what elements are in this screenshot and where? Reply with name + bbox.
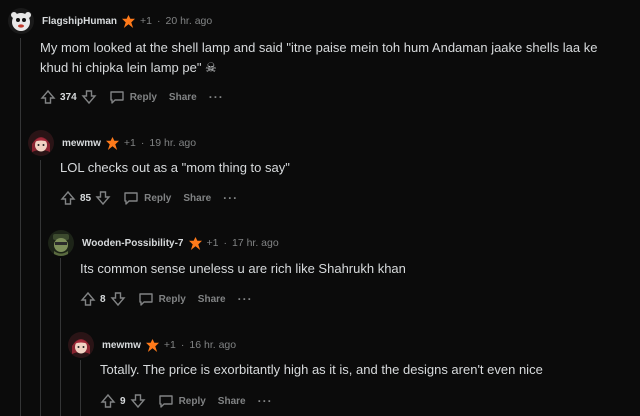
comment-body: Its common sense uneless u are rich like… — [80, 259, 406, 279]
upvote-icon[interactable] — [100, 393, 116, 409]
comment-actions: 374 Reply Share ··· — [40, 87, 224, 107]
vote-group: 374 — [40, 89, 97, 105]
karma-indicator: +1 — [123, 137, 136, 149]
comment-body: Totally. The price is exorbitantly high … — [100, 360, 543, 380]
reply-button[interactable]: Reply — [158, 393, 206, 409]
flair-badge-icon — [122, 14, 136, 28]
upvote-icon[interactable] — [60, 190, 76, 206]
thread-line — [40, 160, 41, 416]
upvote-icon[interactable] — [40, 89, 56, 105]
downvote-icon[interactable] — [95, 190, 111, 206]
comment-bubble-icon — [158, 395, 173, 408]
karma-indicator: +1 — [140, 15, 152, 27]
reply-label: Reply — [158, 293, 186, 305]
more-options-button[interactable]: ··· — [209, 90, 224, 104]
comment-actions: 9 Reply Share ··· — [100, 391, 273, 411]
share-button[interactable]: Share — [218, 396, 246, 407]
reply-label: Reply — [144, 192, 172, 204]
upvote-icon[interactable] — [80, 291, 96, 307]
timestamp[interactable]: 16 hr. ago — [189, 339, 236, 351]
more-options-button[interactable]: ··· — [258, 394, 273, 408]
vote-count: 9 — [120, 395, 126, 407]
avatar[interactable] — [8, 8, 34, 34]
reply-button[interactable]: Reply — [123, 190, 171, 206]
share-button[interactable]: Share — [183, 193, 211, 204]
avatar[interactable] — [68, 332, 94, 358]
username[interactable]: FlagshipHuman — [42, 16, 117, 27]
flair-badge-icon — [188, 236, 202, 250]
reply-button[interactable]: Reply — [138, 291, 186, 307]
timestamp[interactable]: 17 hr. ago — [232, 237, 279, 249]
username[interactable]: Wooden-Possibility-7 — [82, 238, 184, 249]
karma-indicator: +1 — [206, 237, 219, 249]
vote-group: 9 — [100, 393, 146, 409]
username[interactable]: mewmw — [62, 138, 101, 149]
karma-indicator: +1 — [163, 339, 176, 351]
comment-body-line: My mom looked at the shell lamp and said… — [40, 40, 598, 55]
thread-line — [60, 258, 61, 416]
comment-header: Wooden-Possibility-7 +1 · 17 hr. ago — [48, 230, 279, 256]
downvote-icon[interactable] — [81, 89, 97, 105]
separator-dot: · — [140, 137, 145, 149]
comment-body: My mom looked at the shell lamp and said… — [40, 38, 597, 78]
comment-body: LOL checks out as a "mom thing to say" — [60, 158, 290, 178]
reply-button[interactable]: Reply — [109, 89, 157, 105]
comment-header: mewmw +1 · 19 hr. ago — [28, 130, 196, 156]
comment-body-line: Its common sense uneless u are rich like… — [80, 261, 406, 276]
comment-body-line: LOL checks out as a "mom thing to say" — [60, 160, 290, 175]
separator-dot: · — [223, 237, 227, 249]
comment-body-line: Totally. The price is exorbitantly high … — [100, 362, 543, 377]
vote-group: 8 — [80, 291, 126, 307]
avatar[interactable] — [48, 230, 74, 256]
comment-body-line: khud hi chipka lein lamp pe" ☠ — [40, 60, 217, 75]
vote-count: 85 — [80, 192, 92, 204]
avatar[interactable] — [28, 130, 54, 156]
vote-group: 85 — [60, 190, 111, 206]
comment-actions: 8 Reply Share ··· — [80, 289, 253, 309]
comment-header: FlagshipHuman +1 · 20 hr. ago — [8, 8, 213, 34]
comment-bubble-icon — [109, 91, 124, 104]
username[interactable]: mewmw — [102, 340, 141, 351]
downvote-icon[interactable] — [130, 393, 146, 409]
vote-count: 8 — [100, 293, 106, 305]
downvote-icon[interactable] — [110, 291, 126, 307]
comment-header: mewmw +1 · 16 hr. ago — [68, 332, 236, 358]
comment-bubble-icon — [138, 293, 153, 306]
share-button[interactable]: Share — [198, 294, 226, 305]
more-options-button[interactable]: ··· — [238, 292, 253, 306]
timestamp[interactable]: 20 hr. ago — [166, 15, 213, 27]
thread-line — [80, 360, 81, 416]
separator-dot: · — [157, 15, 161, 27]
flair-badge-icon — [145, 338, 159, 352]
thread-line — [20, 38, 21, 416]
separator-dot: · — [180, 339, 185, 351]
reply-label: Reply — [129, 91, 157, 103]
vote-count: 374 — [60, 91, 77, 103]
comment-bubble-icon — [124, 192, 138, 205]
share-button[interactable]: Share — [169, 92, 197, 103]
comment-actions: 85 Reply Share ··· — [60, 188, 238, 208]
timestamp[interactable]: 19 hr. ago — [149, 137, 196, 149]
flair-badge-icon — [105, 136, 119, 150]
reply-label: Reply — [178, 395, 206, 407]
more-options-button[interactable]: ··· — [223, 191, 238, 205]
